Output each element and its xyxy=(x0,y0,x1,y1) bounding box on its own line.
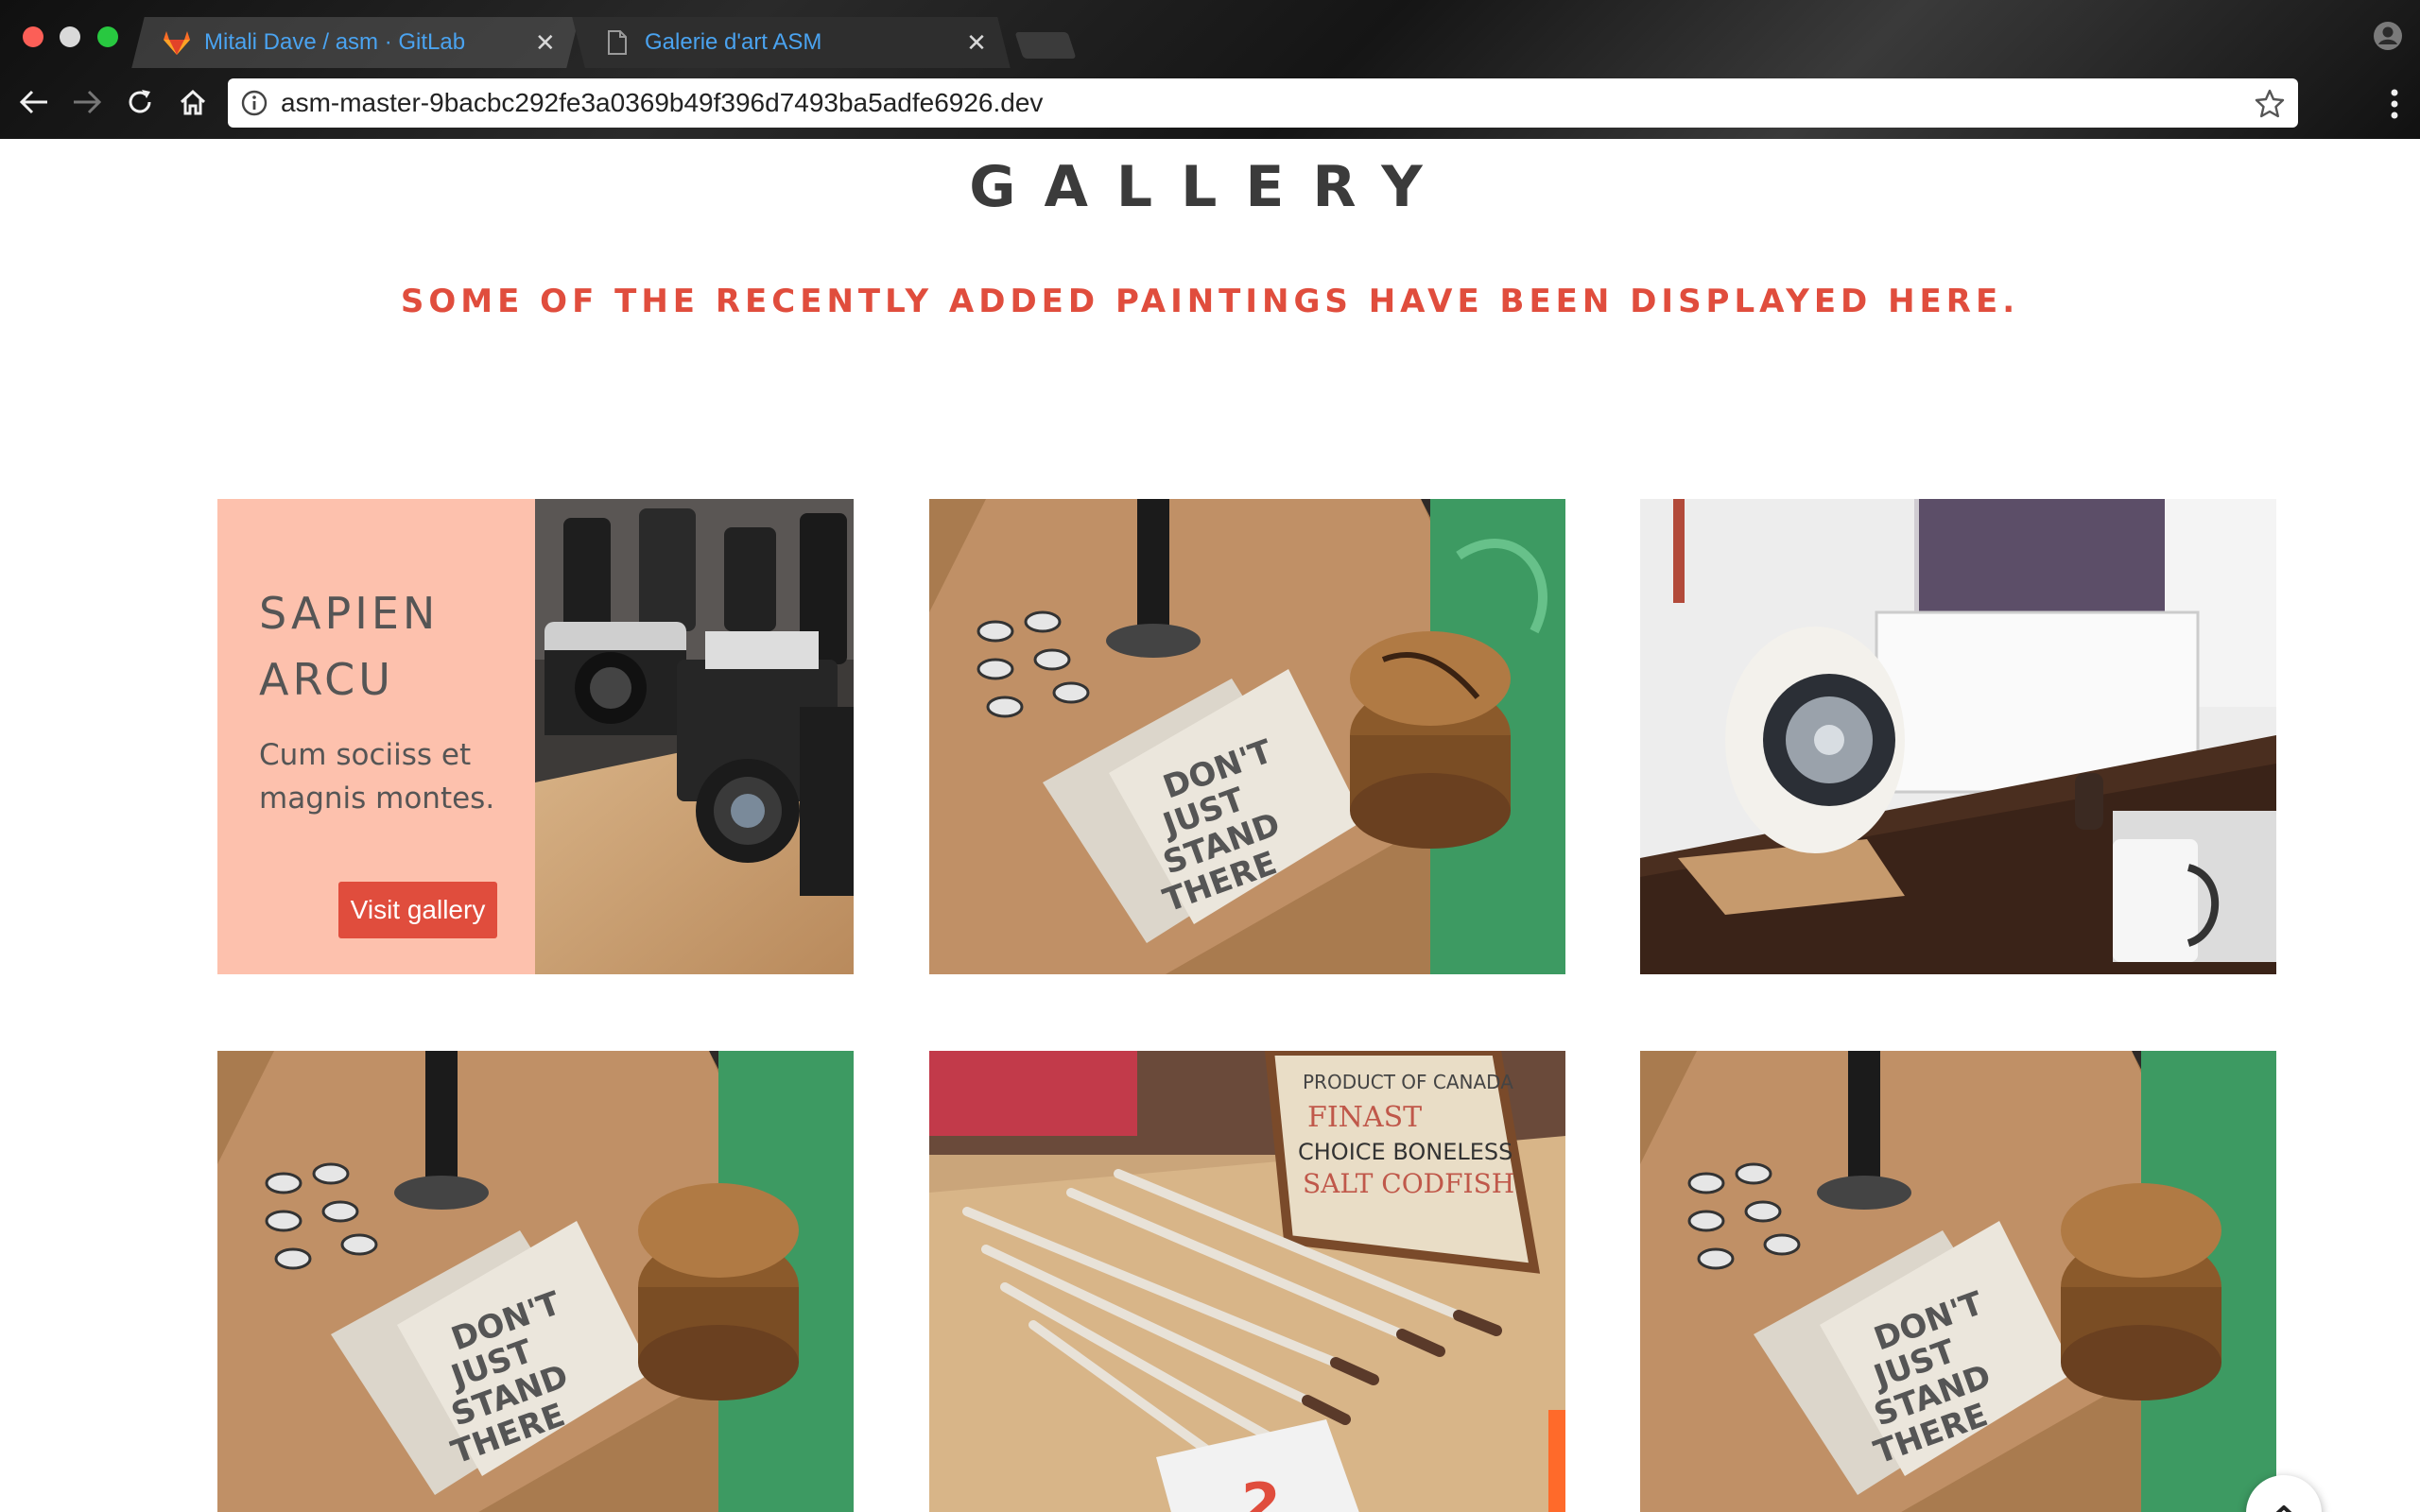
gallery-photo-notebooks[interactable]: DON'T JUST STAND THERE xyxy=(929,499,1565,974)
gallery-photo-speaker[interactable] xyxy=(1640,499,2276,974)
browser-chrome: Mitali Dave / asm · GitLab ✕ Galerie d'a… xyxy=(0,0,2420,139)
featured-title: SAPIEN ARCU xyxy=(259,588,440,705)
gallery-photo-notebooks[interactable]: DON'T JUST STAND THERE xyxy=(217,1051,854,1512)
featured-text: Cum sociiss et magnis montes. xyxy=(259,738,495,816)
new-tab-button[interactable] xyxy=(1014,32,1077,59)
tab-title: Mitali Dave / asm · GitLab xyxy=(204,29,466,55)
document-icon xyxy=(603,28,631,57)
forward-button[interactable] xyxy=(68,83,106,121)
home-button[interactable] xyxy=(174,83,212,121)
info-icon[interactable] xyxy=(241,90,268,116)
maximize-window-button[interactable] xyxy=(97,26,118,47)
close-icon[interactable]: ✕ xyxy=(966,28,987,58)
bookmark-star-icon[interactable] xyxy=(2255,88,2285,118)
gallery-photo-brushes[interactable]: PRODUCT OF CANADA FINAST CHOICE BONELESS… xyxy=(929,1051,1565,1512)
svg-text:SALT CODFISH: SALT CODFISH xyxy=(1303,1168,1514,1199)
close-window-button[interactable] xyxy=(23,26,43,47)
svg-text:2: 2 xyxy=(1241,1471,1281,1512)
tab-gitlab[interactable]: Mitali Dave / asm · GitLab ✕ xyxy=(131,17,579,68)
gallery-photo-notebooks[interactable]: DON'T JUST STAND THERE xyxy=(1640,1051,2276,1512)
reload-button[interactable] xyxy=(121,83,159,121)
featured-panel: SAPIEN ARCU Cum sociiss et magnis montes… xyxy=(217,499,535,974)
url-text[interactable]: asm-master-9bacbc292fe3a0369b49f396d7493… xyxy=(281,88,2255,118)
profile-icon[interactable] xyxy=(2373,21,2403,51)
camera-photo[interactable] xyxy=(535,499,854,974)
svg-text:CHOICE BONELESS: CHOICE BONELESS xyxy=(1298,1139,1512,1165)
tab-title: Galerie d'art ASM xyxy=(645,29,822,55)
gitlab-icon xyxy=(163,28,191,57)
tab-galerie[interactable]: Galerie d'art ASM ✕ xyxy=(572,17,1011,68)
minimize-window-button[interactable] xyxy=(60,26,80,47)
close-icon[interactable]: ✕ xyxy=(535,28,556,58)
menu-dots-icon[interactable] xyxy=(2390,87,2399,121)
address-bar[interactable]: asm-master-9bacbc292fe3a0369b49f396d7493… xyxy=(228,78,2298,128)
back-button[interactable] xyxy=(15,83,53,121)
featured-gallery-card: SAPIEN ARCU Cum sociiss et magnis montes… xyxy=(217,499,854,974)
page-subtitle: SOME OF THE RECENTLY ADDED PAINTINGS HAV… xyxy=(400,283,2020,320)
svg-text:FINAST: FINAST xyxy=(1307,1101,1422,1134)
svg-text:PRODUCT OF CANADA: PRODUCT OF CANADA xyxy=(1303,1071,1513,1093)
page-content: GALLERY SOME OF THE RECENTLY ADDED PAINT… xyxy=(0,139,2420,1512)
visit-gallery-button[interactable]: Visit gallery xyxy=(338,882,497,938)
page-title: GALLERY xyxy=(969,154,1451,220)
chevron-up-icon xyxy=(2268,1503,2300,1512)
